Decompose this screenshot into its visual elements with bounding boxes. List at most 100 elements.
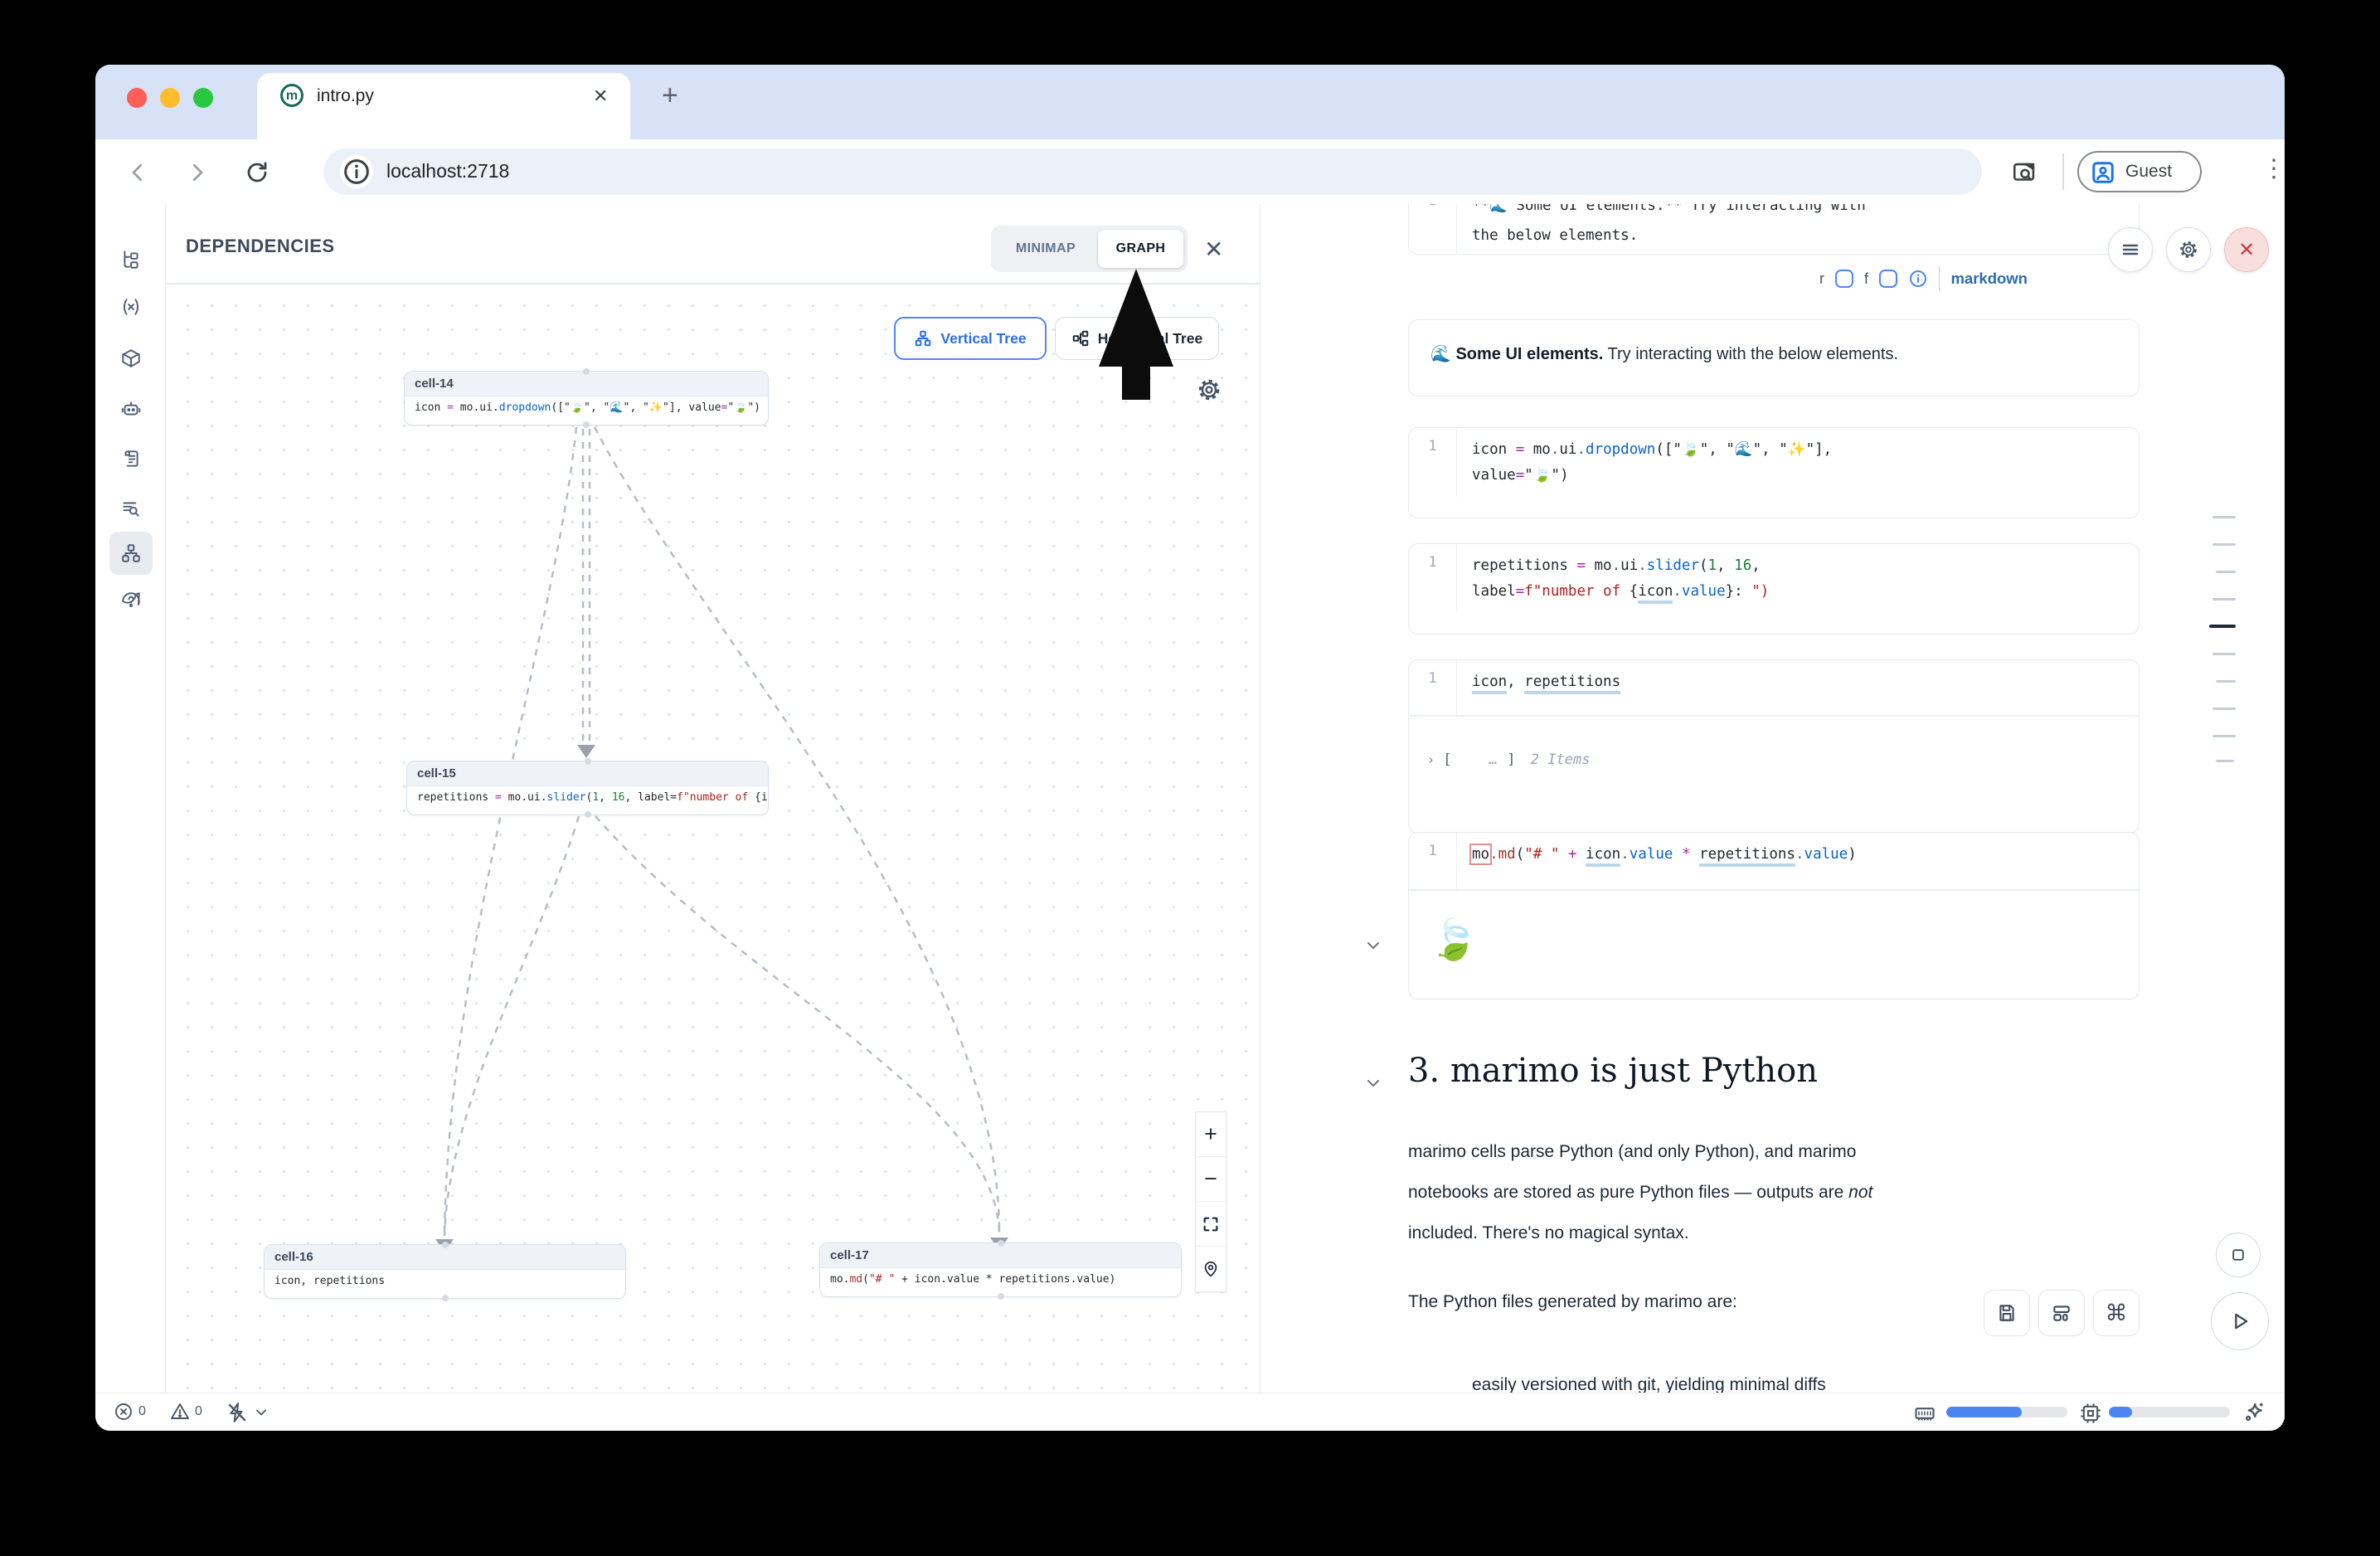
- code-cell-tuple[interactable]: 1 icon, repetitions › [ … ] 2 Items: [1408, 659, 2140, 834]
- fit-view-button[interactable]: [1196, 1202, 1226, 1247]
- notebook-settings-button[interactable]: [2166, 227, 2211, 272]
- run-button[interactable]: [2211, 1292, 2269, 1350]
- code-cell-momd[interactable]: 1 mo.md("# " + icon.value * repetitions.…: [1408, 832, 2140, 999]
- markdown-source[interactable]: **🌊 Some UI elements.** Try interacting …: [1457, 204, 2139, 255]
- dependencies-panel: DEPENDENCIES MINIMAP GRAPH ✕: [166, 204, 1260, 1393]
- code-editor[interactable]: mo.md("# " + icon.value * repetitions.va…: [1457, 833, 2139, 889]
- tab-minimap[interactable]: MINIMAP: [995, 230, 1096, 268]
- language-label[interactable]: markdown: [1950, 270, 2028, 288]
- minimap-cell-mark[interactable]: [2212, 598, 2236, 601]
- cpu-icon: [2079, 1402, 2102, 1425]
- code-cell-slider[interactable]: 1 repetitions = mo.ui.slider(1, 16, labe…: [1408, 543, 2140, 635]
- save-icon: [1996, 1302, 2018, 1324]
- error-circle-icon: [114, 1402, 134, 1422]
- cell-menu-button[interactable]: [2108, 227, 2153, 272]
- panel-close-icon[interactable]: ✕: [1204, 236, 1223, 263]
- code-editor[interactable]: repetitions = mo.ui.slider(1, 16, label=…: [1457, 544, 2139, 613]
- scratchpad-icon[interactable]: [109, 437, 153, 480]
- minimap-cell-mark-active[interactable]: [2209, 625, 2236, 628]
- browser-toolbar: localhost:2718 Guest ⋮: [95, 139, 2285, 204]
- tab-graph[interactable]: GRAPH: [1098, 230, 1183, 268]
- tuple-output[interactable]: › [ … ] 2 Items: [1409, 717, 2139, 768]
- vertical-tree-button[interactable]: Vertical Tree: [894, 317, 1047, 360]
- minimap-cell-mark[interactable]: [2216, 571, 2236, 573]
- forward-icon[interactable]: [185, 160, 210, 185]
- bar-divider: [1939, 266, 1940, 291]
- line-number: 1: [1409, 204, 1457, 255]
- node-code: icon, repetitions: [265, 1270, 625, 1292]
- left-sidebar: [95, 204, 166, 1393]
- line-number: 1: [1409, 544, 1457, 613]
- traffic-minimize-button[interactable]: [160, 88, 180, 108]
- graph-node-cell-16[interactable]: cell-16 icon, repetitions: [264, 1244, 626, 1299]
- markdown-editor-cell[interactable]: 1 **🌊 Some UI elements.** Try interactin…: [1408, 204, 2140, 255]
- section-heading: 3. marimo is just Python: [1408, 1052, 1818, 1090]
- para-text-2: included. There's no magical syntax.: [1408, 1223, 1689, 1242]
- ram-usage-bar: [1946, 1407, 2067, 1417]
- graph-canvas[interactable]: Vertical Tree Horizontal Tree cell-14 ic…: [166, 284, 1260, 1393]
- zoom-controls: + −: [1195, 1111, 1226, 1292]
- minimap-cell-mark[interactable]: [2216, 680, 2236, 683]
- app-body: DEPENDENCIES MINIMAP GRAPH ✕: [95, 204, 2285, 1393]
- url-bar[interactable]: localhost:2718: [323, 148, 1982, 195]
- minimap-cell-mark[interactable]: [2212, 653, 2236, 655]
- collapse-chevron-icon[interactable]: [1363, 936, 1383, 955]
- back-icon[interactable]: [125, 160, 150, 185]
- code-editor[interactable]: icon = mo.ui.dropdown(["🍃", "🌊", "✨"], v…: [1457, 428, 2139, 497]
- command-icon: ⌘: [2106, 1301, 2128, 1326]
- file-explorer-icon[interactable]: [109, 238, 153, 281]
- browser-tab[interactable]: m intro.py ✕: [257, 73, 630, 139]
- section-chevron-icon[interactable]: [1363, 1073, 1383, 1093]
- vertical-tree-label: Vertical Tree: [940, 330, 1026, 348]
- warnings-indicator[interactable]: 0: [170, 1402, 202, 1422]
- expand-chevron-icon[interactable]: ›: [1427, 752, 1435, 767]
- code-editor[interactable]: icon, repetitions: [1457, 660, 2139, 715]
- code-cell-dropdown[interactable]: 1 icon = mo.ui.dropdown(["🍃", "🌊", "✨"],…: [1408, 427, 2140, 518]
- minimap-cell-mark[interactable]: [2216, 760, 2234, 762]
- markdown-output-cell: 🌊 Some UI elements. Try interacting with…: [1408, 319, 2140, 396]
- search-tabs-icon[interactable]: [2011, 158, 2039, 187]
- minimap-cell-mark[interactable]: [2212, 735, 2236, 737]
- profile-button[interactable]: Guest: [2077, 151, 2202, 192]
- line-number: 1: [1409, 428, 1457, 497]
- minimap-cell-mark[interactable]: [2212, 543, 2236, 546]
- minimap-cell-mark[interactable]: [2212, 707, 2236, 710]
- site-info-icon[interactable]: [340, 155, 373, 188]
- graph-settings-icon[interactable]: [1196, 377, 1222, 403]
- info-icon[interactable]: [1908, 269, 1928, 289]
- ai-sparkle-icon[interactable]: [2242, 1400, 2266, 1425]
- packages-icon[interactable]: [109, 337, 153, 380]
- new-tab-button[interactable]: +: [662, 80, 678, 112]
- help-icon[interactable]: [109, 580, 153, 623]
- reload-icon[interactable]: [245, 160, 270, 185]
- shutdown-button[interactable]: ✕: [2224, 227, 2269, 272]
- autorun-toggle[interactable]: [226, 1402, 270, 1423]
- minimap-cell-mark[interactable]: [2212, 516, 2236, 518]
- graph-node-cell-15[interactable]: cell-15 repetitions = mo.ui.slider(1, 16…: [406, 761, 769, 815]
- interrupt-button[interactable]: [2216, 1233, 2261, 1277]
- r-toggle[interactable]: [1835, 270, 1853, 288]
- shortcuts-button[interactable]: ⌘: [2093, 1290, 2140, 1336]
- layout-button[interactable]: [2038, 1290, 2085, 1336]
- traffic-close-button[interactable]: [127, 88, 147, 108]
- f-toggle[interactable]: [1879, 270, 1897, 288]
- tab-close-icon[interactable]: ✕: [593, 85, 608, 107]
- line-number: 1: [1409, 660, 1457, 715]
- locate-button[interactable]: [1196, 1247, 1226, 1291]
- variables-icon[interactable]: [109, 285, 153, 328]
- snippets-search-icon[interactable]: [109, 487, 153, 530]
- graph-node-cell-14[interactable]: cell-14 icon = mo.ui.dropdown(["🍃", "🌊",…: [404, 371, 769, 425]
- horizontal-tree-button[interactable]: Horizontal Tree: [1055, 317, 1219, 360]
- browser-menu-icon[interactable]: ⋮: [2261, 154, 2285, 183]
- zoom-out-button[interactable]: −: [1196, 1157, 1226, 1202]
- dependency-graph-icon[interactable]: [109, 532, 153, 575]
- save-button[interactable]: [1984, 1290, 2030, 1336]
- graph-node-cell-17[interactable]: cell-17 mo.md("# " + icon.value * repeti…: [819, 1242, 1182, 1297]
- cpu-usage-bar: [2109, 1407, 2230, 1417]
- node-title: cell-17: [820, 1243, 1181, 1268]
- marimo-favicon-icon: m: [280, 84, 304, 107]
- traffic-zoom-button[interactable]: [193, 88, 213, 108]
- errors-indicator[interactable]: 0: [114, 1402, 146, 1422]
- zoom-in-button[interactable]: +: [1196, 1112, 1226, 1157]
- ai-assistant-icon[interactable]: [109, 387, 153, 430]
